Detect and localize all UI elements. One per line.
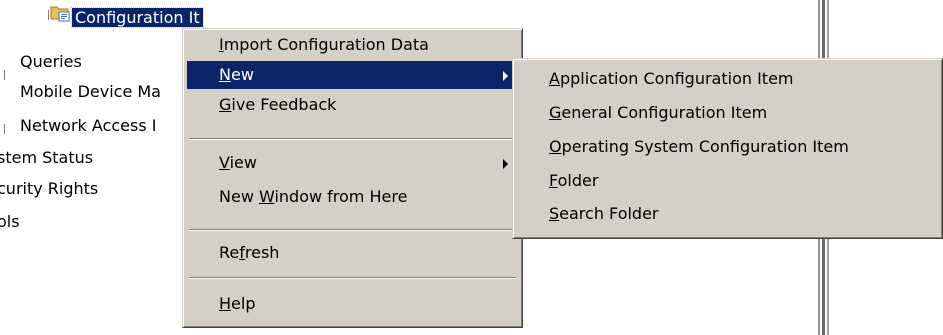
tree-item-system-status[interactable]: stem Status (0, 147, 93, 169)
menu-item-give-feedback[interactable]: Give Feedback (187, 91, 518, 119)
submenu-arrow-icon (503, 71, 508, 81)
menu-separator (189, 138, 516, 140)
submenu-new: Application Configuration Item General C… (512, 58, 943, 239)
tree-item-label: Queries (20, 52, 82, 71)
submenu-arrow-icon (503, 159, 508, 169)
tree-connector (4, 70, 5, 80)
menu-item-view[interactable]: View (187, 149, 518, 177)
tree-item-tools[interactable]: ols (0, 211, 20, 233)
submenu-item-application-configuration-item[interactable]: Application Configuration Item (517, 63, 938, 95)
tree-item-label: stem Status (0, 148, 94, 167)
tree-item-network-access[interactable]: Network Access I (20, 115, 156, 137)
menu-item-import-configuration-data[interactable]: Import Configuration Data (187, 31, 518, 59)
tree-item-label: Network Access I (20, 116, 157, 135)
tree-item-label: Configuration It (71, 7, 204, 28)
menu-separator (189, 229, 516, 231)
tree-item-mobile-device[interactable]: Mobile Device Ma (20, 81, 161, 103)
tree-item-label: curity Rights (0, 179, 99, 198)
tree-item-queries[interactable]: Queries (20, 51, 82, 73)
folder-config-icon (50, 6, 70, 22)
submenu-item-folder[interactable]: Folder (517, 165, 938, 197)
menu-item-refresh[interactable]: Refresh (187, 239, 518, 267)
tree-connector (4, 124, 5, 134)
menu-item-new[interactable]: New (187, 61, 518, 89)
menu-item-help[interactable]: Help (187, 290, 518, 318)
tree-connector (48, 10, 49, 20)
tree-item-label: ols (0, 212, 20, 231)
context-menu: Import Configuration Data New Give Feedb… (182, 28, 523, 328)
tree-item-label: Mobile Device Ma (20, 82, 161, 101)
menu-separator (189, 277, 516, 279)
tree-item-configuration-items[interactable]: Configuration It (71, 7, 204, 29)
tree-item-security-rights[interactable]: curity Rights (0, 178, 98, 200)
menu-item-new-window-from-here[interactable]: New Window from Here (187, 183, 518, 211)
submenu-item-search-folder[interactable]: Search Folder (517, 198, 938, 230)
submenu-item-general-configuration-item[interactable]: General Configuration Item (517, 97, 938, 129)
submenu-item-operating-system-configuration-item[interactable]: Operating System Configuration Item (517, 131, 938, 163)
